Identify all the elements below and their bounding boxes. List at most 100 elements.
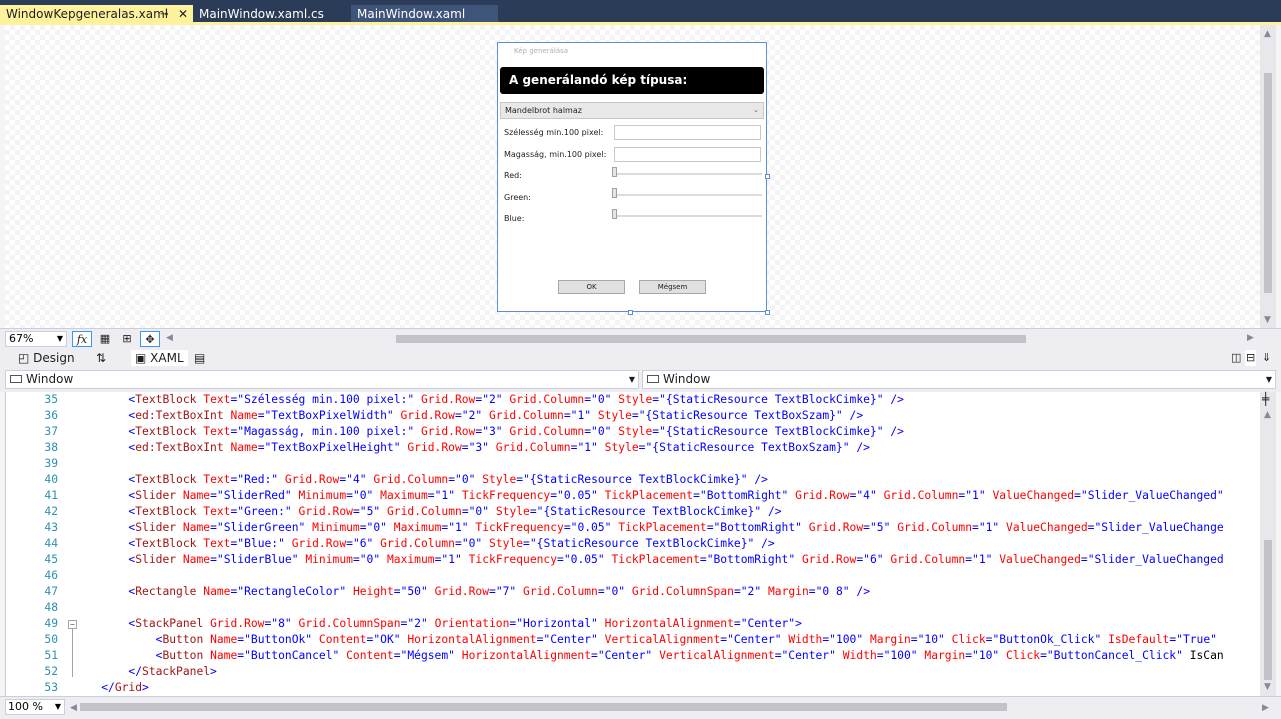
scroll-right-icon[interactable]: ▶: [1247, 333, 1254, 343]
green-slider[interactable]: [612, 188, 762, 200]
xaml-tab[interactable]: ▣ XAML: [131, 350, 188, 366]
code-text: </Grid>: [101, 681, 149, 694]
code-line[interactable]: 46: [6, 568, 1261, 584]
code-line[interactable]: 36 <ed:TextBoxInt Name="TextBoxPixelWidt…: [6, 408, 1261, 424]
code-line[interactable]: 53 </Grid>: [6, 680, 1261, 696]
snap-lines-icon[interactable]: ✥: [140, 331, 160, 347]
code-text: <TextBlock Text="Szélesség min.100 pixel…: [128, 393, 904, 406]
chevron-down-icon: ⌄: [753, 106, 759, 114]
code-line[interactable]: 35 <TextBlock Text="Szélesség min.100 pi…: [6, 392, 1261, 408]
designer-toolbar: 67% ▼ fx ▦ ⊞ ✥ ◀ ▶: [0, 328, 1281, 348]
width-label: Szélesség min.100 pixel:: [504, 128, 604, 137]
scroll-down-icon[interactable]: ▼: [1264, 682, 1271, 692]
line-number: 53: [44, 681, 58, 694]
image-type-combobox[interactable]: Mandelbrot halmaz ⌄: [500, 102, 764, 119]
line-number: 48: [44, 601, 58, 614]
code-line[interactable]: 45 <Slider Name="SliderBlue" Minimum="0"…: [6, 552, 1261, 568]
line-number: 49: [44, 617, 58, 630]
designer-vertical-scrollbar[interactable]: ▲ ▼: [1260, 25, 1276, 328]
scroll-up-icon[interactable]: ▲: [1264, 410, 1271, 420]
swap-panes-icon[interactable]: ⇅: [96, 350, 106, 366]
scope-value: Window: [663, 372, 711, 386]
height-textbox[interactable]: [614, 147, 761, 162]
code-text: <ed:TextBoxInt Name="TextBoxPixelHeight"…: [128, 441, 870, 454]
dropdown-arrow-icon: ▼: [56, 334, 63, 343]
scroll-thumb[interactable]: [396, 335, 1026, 343]
scroll-left-icon[interactable]: ◀: [166, 333, 173, 343]
code-text: <StackPanel Grid.Row="8" Grid.ColumnSpan…: [128, 617, 802, 630]
xaml-code-editor[interactable]: 35 <TextBlock Text="Szélesség min.100 pi…: [5, 392, 1260, 696]
collapse-pane-icon[interactable]: ▤: [194, 350, 205, 366]
scroll-up-icon[interactable]: ▲: [1264, 29, 1271, 39]
code-text: <Slider Name="SliderBlue" Minimum="0" Ma…: [128, 553, 1224, 566]
code-text: <TextBlock Text="Magasság, min.100 pixel…: [128, 425, 904, 438]
slider-thumb[interactable]: [612, 209, 617, 219]
collapse-icon[interactable]: −: [68, 620, 77, 629]
design-xaml-switcher: ◰ Design ⇅ ▣ XAML ▤ ◫ ⊟ ⇓: [0, 348, 1281, 368]
code-text: <TextBlock Text="Red:" Grid.Row="4" Grid…: [128, 473, 768, 486]
code-line[interactable]: 38 <ed:TextBoxInt Name="TextBoxPixelHeig…: [6, 440, 1261, 456]
wpf-window-preview[interactable]: Kép generálása A generálandó kép típusa:…: [497, 42, 767, 312]
xaml-navigation-bar: Window ▼ Window ▼: [0, 368, 1281, 392]
element-scope-dropdown-right[interactable]: Window ▼: [642, 370, 1276, 389]
scroll-thumb[interactable]: [80, 703, 1007, 711]
red-slider[interactable]: [612, 167, 762, 179]
blue-slider[interactable]: [612, 209, 762, 221]
scroll-right-icon[interactable]: ▶: [1262, 703, 1269, 713]
line-number: 35: [44, 393, 58, 406]
xaml-tab-label: XAML: [150, 351, 184, 365]
code-line[interactable]: 48: [6, 600, 1261, 616]
code-line[interactable]: 40 <TextBlock Text="Red:" Grid.Row="4" G…: [6, 472, 1261, 488]
code-line[interactable]: 44 <TextBlock Text="Blue:" Grid.Row="6" …: [6, 536, 1261, 552]
editor-zoom-dropdown[interactable]: 100 % ▼: [5, 699, 65, 715]
resize-handle-right[interactable]: [765, 174, 770, 179]
code-line[interactable]: 51 <Button Name="ButtonCancel" Content="…: [6, 648, 1261, 664]
code-line[interactable]: 39: [6, 456, 1261, 472]
cancel-button[interactable]: Mégsem: [639, 280, 706, 294]
preview-window-title: Kép generálása: [514, 47, 569, 55]
fold-guide: [72, 629, 73, 677]
scroll-thumb[interactable]: [1264, 73, 1272, 293]
line-number: 38: [44, 441, 58, 454]
vertical-split-icon[interactable]: ◫: [1231, 350, 1241, 366]
grid-icon[interactable]: ▦: [95, 331, 115, 347]
scroll-left-icon[interactable]: ◀: [70, 703, 77, 713]
editor-horizontal-scrollbar[interactable]: [80, 703, 1260, 711]
line-number: 44: [44, 537, 58, 550]
dropdown-arrow-icon: ▼: [628, 375, 635, 384]
preview-header: A generálandó kép típusa:: [500, 67, 764, 94]
designer-horizontal-scrollbar[interactable]: [178, 335, 1250, 343]
horizontal-split-icon[interactable]: ⊟: [1245, 350, 1257, 366]
editor-vertical-scrollbar[interactable]: ╪ ▲ ▼: [1260, 392, 1276, 696]
snap-grid-icon[interactable]: ⊞: [117, 331, 137, 347]
design-tab[interactable]: ◰ Design: [18, 350, 75, 366]
line-number: 45: [44, 553, 58, 566]
line-number: 46: [44, 569, 58, 582]
code-line[interactable]: 37 <TextBlock Text="Magasság, min.100 pi…: [6, 424, 1261, 440]
code-line[interactable]: 47 <Rectangle Name="RectangleColor" Heig…: [6, 584, 1261, 600]
scroll-down-icon[interactable]: ▼: [1264, 315, 1271, 325]
code-text: <Button Name="ButtonOk" Content="OK" Hor…: [155, 633, 1217, 646]
element-scope-dropdown-left[interactable]: Window ▼: [5, 370, 639, 389]
line-number: 39: [44, 457, 58, 470]
resize-handle-corner[interactable]: [765, 310, 770, 315]
combobox-value: Mandelbrot halmaz: [505, 106, 582, 115]
code-line[interactable]: 41 <Slider Name="SliderRed" Minimum="0" …: [6, 488, 1261, 504]
width-textbox[interactable]: [614, 125, 761, 140]
code-line[interactable]: 52 </StackPanel>: [6, 664, 1261, 680]
code-line[interactable]: 43 <Slider Name="SliderGreen" Minimum="0…: [6, 520, 1261, 536]
ok-button[interactable]: OK: [558, 280, 625, 294]
code-text: <TextBlock Text="Blue:" Grid.Row="6" Gri…: [128, 537, 775, 550]
slider-thumb[interactable]: [612, 167, 617, 177]
code-line[interactable]: 50 <Button Name="ButtonOk" Content="OK" …: [6, 632, 1261, 648]
slider-thumb[interactable]: [612, 188, 617, 198]
split-editor-icon[interactable]: ╪: [1262, 392, 1269, 406]
effects-button[interactable]: fx: [72, 331, 92, 347]
code-line[interactable]: 42 <TextBlock Text="Green:" Grid.Row="5"…: [6, 504, 1261, 520]
scroll-thumb[interactable]: [1264, 540, 1272, 680]
expand-pane-icon[interactable]: ⇓: [1262, 350, 1271, 366]
tab-label: WindowKepgeneralas.xaml: [6, 7, 169, 21]
designer-zoom-dropdown[interactable]: 67% ▼: [5, 331, 67, 347]
resize-handle-bottom[interactable]: [628, 310, 633, 315]
code-line[interactable]: 49 <StackPanel Grid.Row="8" Grid.ColumnS…: [6, 616, 1261, 632]
